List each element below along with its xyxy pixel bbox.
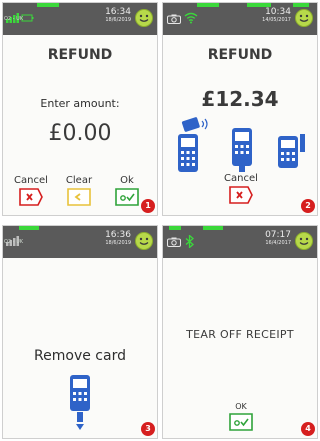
cancel-button[interactable]: Cancel	[11, 175, 51, 206]
status-bar: O2 - UK 16:36 18/6/2019	[3, 226, 157, 258]
camera-icon	[167, 14, 181, 24]
time-label: 07:17	[265, 230, 291, 240]
card-terminal-icon	[232, 128, 252, 172]
ok-button[interactable]: Ok	[107, 175, 147, 206]
smiley-icon	[295, 9, 313, 27]
smiley-icon	[135, 232, 153, 250]
time-label: 16:34	[105, 7, 131, 17]
time-label: 10:34	[265, 7, 291, 17]
step-badge: 3	[141, 422, 155, 436]
status-indicator-tab	[197, 3, 219, 7]
cancel-button[interactable]: Cancel	[221, 173, 261, 204]
date-label: 18/6/2019	[105, 17, 131, 23]
card-terminal-icon	[70, 375, 90, 430]
ok-label: OK	[235, 402, 247, 411]
cancel-label: Cancel	[224, 173, 258, 184]
smiley-icon	[295, 232, 313, 250]
bluetooth-icon	[185, 235, 194, 248]
time-label: 16:36	[105, 230, 131, 240]
status-indicator-tab	[37, 3, 59, 7]
cancel-x-icon	[19, 188, 43, 206]
status-bar: 07:17 16/4/2017	[163, 226, 317, 258]
screen-enter-amount: O2 - UK 16:34 18/6/2019 REFUND Enter amo…	[2, 2, 158, 216]
clock: 07:17 16/4/2017	[265, 231, 291, 246]
date-label: 14/05/2017	[262, 17, 291, 23]
clear-label: Clear	[65, 175, 93, 186]
screen-remove-card: O2 - UK 16:36 18/6/2019 Remove card 3	[2, 225, 158, 439]
camera-icon	[167, 237, 181, 247]
date-label: 18/6/2019	[105, 240, 131, 246]
tear-off-receipt-message: TEAR OFF RECEIPT	[186, 328, 294, 341]
screen-tear-off-receipt: 07:17 16/4/2017 TEAR OFF RECEIPT OK 4	[162, 225, 318, 439]
contactless-card-icon	[181, 117, 208, 132]
ok-label: Ok	[120, 175, 134, 186]
step-badge: 4	[301, 422, 315, 436]
card-terminal-icon	[278, 134, 305, 168]
clear-button[interactable]: Clear	[59, 175, 99, 206]
status-bar: O2 - UK 16:34 18/6/2019	[3, 3, 157, 35]
operator-label: O2 - UK	[4, 16, 24, 22]
card-terminal-icon	[178, 134, 198, 172]
amount-display: £0.00	[48, 121, 112, 146]
operator-label: O2 - UK	[4, 239, 24, 245]
clock: 10:34 14/05/2017	[262, 8, 291, 23]
status-indicator-tab	[169, 226, 181, 230]
status-bar: 10:34 14/05/2017	[163, 3, 317, 35]
screen-title: REFUND	[207, 47, 273, 63]
ok-button[interactable]: OK	[221, 402, 261, 431]
clock: 16:36 18/6/2019	[105, 231, 131, 246]
screen-title: REFUND	[47, 47, 113, 63]
ok-check-icon	[115, 188, 139, 206]
step-badge: 1	[141, 199, 155, 213]
status-indicator-tab	[203, 226, 223, 230]
status-indicator-tab	[19, 226, 39, 230]
amount-display: £12.34	[201, 87, 279, 111]
cancel-label: Cancel	[14, 175, 48, 186]
clear-back-icon	[67, 188, 91, 206]
screen-present-card: 10:34 14/05/2017 REFUND £12.34 Cancel 2	[162, 2, 318, 216]
step-badge: 2	[301, 199, 315, 213]
status-indicator-tab	[293, 3, 309, 7]
wifi-icon	[184, 12, 198, 24]
smiley-icon	[135, 9, 153, 27]
cancel-x-icon	[229, 186, 253, 204]
ok-check-icon	[229, 413, 253, 431]
remove-card-message: Remove card	[34, 348, 126, 364]
enter-amount-prompt: Enter amount:	[40, 97, 120, 110]
date-label: 16/4/2017	[265, 240, 291, 246]
clock: 16:34 18/6/2019	[105, 8, 131, 23]
